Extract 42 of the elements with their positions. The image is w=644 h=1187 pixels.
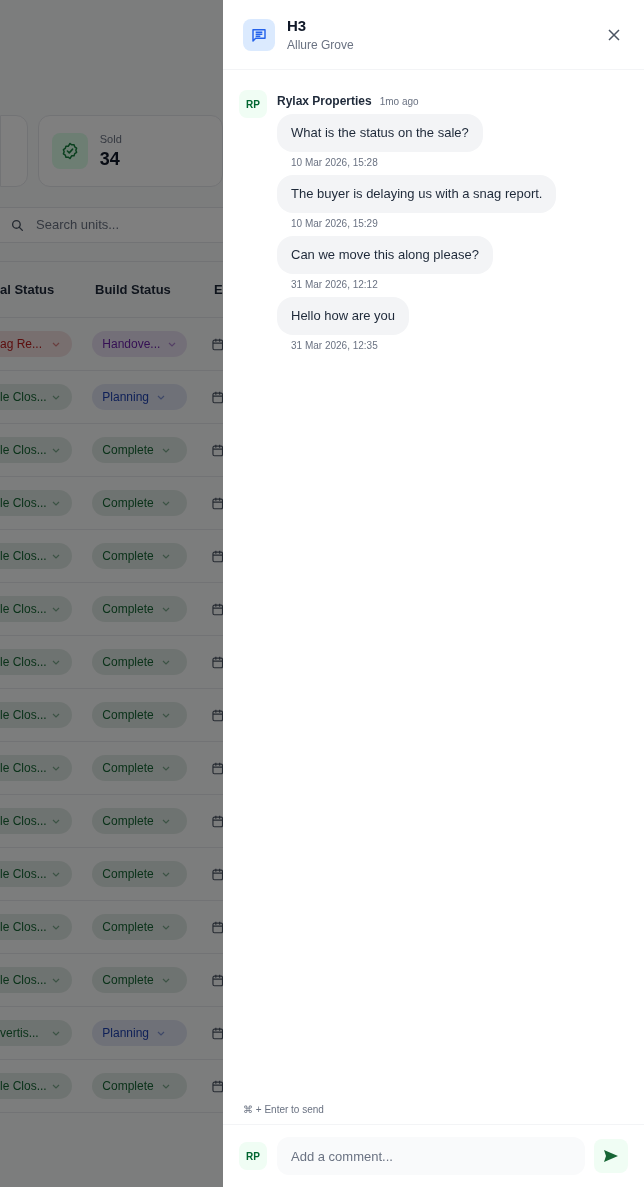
message-bubble: Can we move this along please? [277, 236, 493, 274]
calendar-icon [211, 1026, 223, 1040]
stat-label: Sold [99, 131, 122, 147]
column-header: al Status [0, 281, 55, 299]
avatar: RP [239, 90, 267, 118]
message-bubble: Hello how are you [277, 297, 410, 335]
avatar: RP [239, 1142, 267, 1170]
panel-title: H3 [287, 15, 308, 36]
column-header: Build Status [95, 281, 171, 299]
calendar-icon [211, 655, 223, 669]
calendar-icon [211, 867, 223, 881]
calendar-icon [211, 549, 223, 563]
author-name: Rylax Properties [277, 93, 372, 110]
message-timestamp: 10 Mar 2026, 15:28 [290, 156, 378, 170]
comment-field[interactable]: Add a comment... [277, 1137, 585, 1175]
calendar-icon [211, 337, 223, 351]
calendar-icon [211, 390, 223, 404]
time-ago: 1mo ago [379, 95, 419, 109]
calendar-icon [211, 973, 223, 987]
send-icon [604, 1150, 618, 1162]
calendar-icon [211, 1079, 223, 1093]
message-timestamp: 31 Mar 2026, 12:35 [290, 339, 378, 353]
message-bubble: The buyer is delaying us with a snag report. [277, 175, 557, 213]
message-timestamp: 31 Mar 2026, 12:12 [290, 278, 378, 292]
calendar-icon [211, 443, 223, 457]
calendar-icon [211, 708, 223, 722]
badge-check-icon [60, 142, 79, 160]
message-timestamp: 10 Mar 2026, 15:29 [290, 217, 378, 231]
hint-text: ⌘ + Enter to send [243, 1104, 324, 1115]
calendar-icon [211, 761, 223, 775]
chat-icon [251, 26, 267, 43]
search-icon [11, 218, 24, 232]
calendar-icon [211, 602, 223, 616]
message-bubble: What is the status on the sale? [277, 114, 483, 152]
send-button[interactable] [594, 1139, 628, 1173]
column-header: E [214, 281, 223, 299]
stat-value: 34 [99, 148, 121, 172]
search-field[interactable]: Search units... [0, 207, 223, 243]
calendar-icon [211, 496, 223, 510]
panel-subtitle: Allure Grove [287, 36, 355, 54]
calendar-icon [211, 920, 223, 934]
calendar-icon [211, 814, 223, 828]
